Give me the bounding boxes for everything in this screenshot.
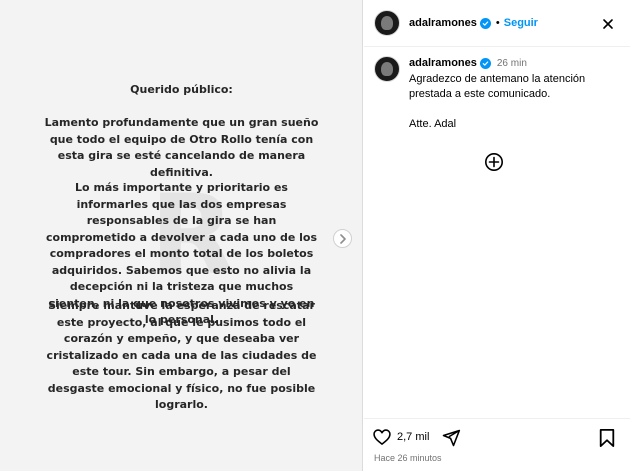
heart-icon[interactable] — [372, 427, 392, 447]
header-separator: • — [495, 17, 500, 29]
follow-button[interactable]: Seguir — [504, 17, 538, 29]
caption-header: adalramones 26 min — [409, 56, 624, 71]
letter-paragraph-1: Lamento profundamente que un gran sueño … — [44, 116, 319, 179]
right-panel: adalramones • Seguir adalramones 26 min … — [364, 0, 630, 471]
verified-badge-icon — [479, 17, 491, 29]
post-image[interactable]: R Querido público: Lamento profundamente… — [0, 0, 363, 471]
caption-username[interactable]: adalramones — [409, 56, 477, 71]
verified-badge-icon — [479, 58, 491, 69]
post-actions: 2,7 mil Hace 26 minutos — [364, 418, 630, 471]
header-username[interactable]: adalramones — [409, 17, 477, 29]
post-timestamp: Hace 26 minutos — [374, 453, 442, 463]
post-header: adalramones • Seguir — [364, 0, 630, 47]
bookmark-icon[interactable] — [598, 428, 616, 448]
avatar[interactable] — [374, 10, 400, 36]
caption-body: adalramones 26 min Agradezco de antemano… — [409, 56, 624, 132]
caption-avatar[interactable] — [374, 56, 400, 82]
like-count[interactable]: 2,7 mil — [397, 431, 429, 443]
caption-time: 26 min — [496, 58, 527, 69]
add-comment-icon[interactable] — [484, 152, 504, 172]
more-options-icon[interactable] — [600, 16, 616, 32]
letter-greeting: Querido público: — [130, 83, 233, 96]
letter-paragraph-3: Siempre mantuve la esperanza de rescatar… — [46, 299, 317, 411]
carousel-next-button[interactable] — [333, 229, 352, 248]
caption-text: Agradezco de antemano la atención presta… — [409, 73, 586, 100]
caption-signature: Atte. Adal — [409, 118, 457, 130]
instagram-post-view: R Querido público: Lamento profundamente… — [0, 0, 630, 471]
share-icon[interactable] — [441, 428, 461, 448]
chevron-right-icon — [339, 233, 346, 244]
caption: adalramones 26 min Agradezco de antemano… — [374, 56, 624, 132]
